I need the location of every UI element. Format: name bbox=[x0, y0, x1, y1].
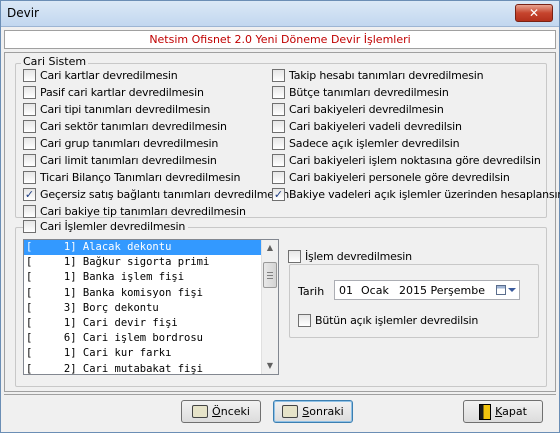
checkbox-box[interactable] bbox=[23, 86, 36, 99]
list-item[interactable]: [ 2] Cari mutabakat fişi bbox=[24, 362, 278, 375]
checkbox-box[interactable] bbox=[298, 314, 311, 327]
acik-islemler-checkbox[interactable]: Bütün açık işlemler devredilsin bbox=[298, 313, 478, 328]
checkbox-box[interactable] bbox=[23, 120, 36, 133]
footer-divider bbox=[4, 394, 556, 395]
cari-sistem-right-checkbox-0[interactable]: Takip hesabı tanımları devredilmesin bbox=[272, 68, 484, 83]
kapat-button[interactable]: Kapat bbox=[463, 400, 543, 423]
title-bar[interactable]: Devir ✕ bbox=[1, 1, 559, 27]
cari-sistem-left-checkbox-4[interactable]: Cari grup tanımları devredilmesin bbox=[23, 136, 218, 151]
list-item[interactable]: [ 1] Cari devir fişi bbox=[24, 316, 278, 331]
cari-sistem-left-checkbox-3[interactable]: Cari sektör tanımları devredilmesin bbox=[23, 119, 227, 134]
tarih-label: Tarih bbox=[298, 285, 325, 298]
checkbox-box[interactable] bbox=[272, 103, 285, 116]
checkbox-box[interactable] bbox=[272, 171, 285, 184]
cari-sistem-left-checkbox-1[interactable]: Pasif cari kartlar devredilmesin bbox=[23, 85, 204, 100]
checkbox-box[interactable] bbox=[23, 154, 36, 167]
exit-door-icon bbox=[479, 403, 492, 420]
header-banner: Netsim Ofisnet 2.0 Yeni Döneme Devir İşl… bbox=[4, 30, 556, 49]
cari-sistem-right-checkbox-3[interactable]: Cari bakiyeleri vadeli devredilsin bbox=[272, 119, 462, 134]
list-item[interactable]: [ 3] Borç dekontu bbox=[24, 301, 278, 316]
chevron-down-icon bbox=[508, 288, 516, 292]
list-item[interactable]: [ 1] Cari kur farkı bbox=[24, 346, 278, 361]
date-month[interactable]: Ocak bbox=[361, 284, 399, 297]
devir-window: Devir ✕ Netsim Ofisnet 2.0 Yeni Döneme D… bbox=[0, 0, 560, 433]
islem-devredilmesin-checkbox[interactable]: İşlem devredilmesin bbox=[288, 249, 412, 264]
checkbox-box[interactable] bbox=[23, 103, 36, 116]
calendar-dropdown-button[interactable] bbox=[493, 282, 519, 298]
cari-sistem-left-checkbox-0[interactable]: Cari kartlar devredilmesin bbox=[23, 68, 178, 83]
date-year-weekday[interactable]: 2015 Perşembe bbox=[399, 284, 493, 297]
date-picker[interactable]: 01 Ocak 2015 Perşembe bbox=[334, 280, 520, 300]
list-item[interactable]: [ 6] Cari işlem bordrosu bbox=[24, 331, 278, 346]
date-day[interactable]: 01 bbox=[339, 284, 361, 297]
checkbox-box[interactable] bbox=[23, 205, 36, 218]
checkbox-box[interactable] bbox=[23, 171, 36, 184]
vertical-scrollbar[interactable]: ▲ ▼ bbox=[261, 240, 278, 374]
onceki-button[interactable]: Önceki bbox=[181, 400, 261, 423]
scroll-up-icon[interactable]: ▲ bbox=[262, 240, 278, 256]
cari-sistem-right-checkbox-7[interactable]: ✓ Bakiye vadeleri açık işlemler üzerinden… bbox=[272, 187, 560, 202]
checkbox-box[interactable] bbox=[272, 69, 285, 82]
list-item[interactable]: [ 1] Banka işlem fişi bbox=[24, 270, 278, 285]
checkbox-box[interactable] bbox=[272, 86, 285, 99]
checkbox-box[interactable] bbox=[272, 137, 285, 150]
cari-sistem-left-checkbox-5[interactable]: Cari limit tanımları devredilmesin bbox=[23, 153, 217, 168]
list-item[interactable]: [ 1] Alacak dekontu bbox=[24, 240, 261, 256]
sonraki-button[interactable]: Sonraki bbox=[273, 400, 353, 423]
scroll-down-icon[interactable]: ▼ bbox=[262, 358, 278, 374]
checkbox-box[interactable] bbox=[23, 220, 36, 233]
checkbox-box[interactable] bbox=[272, 154, 285, 167]
cari-sistem-right-checkbox-5[interactable]: Cari bakiyeleri işlem noktasına göre dev… bbox=[272, 153, 541, 168]
checkbox-box[interactable] bbox=[272, 120, 285, 133]
cari-sistem-left-checkbox-6[interactable]: Ticari Bilanço Tanımları devredilmesin bbox=[23, 170, 240, 185]
checkbox-box[interactable]: ✓ bbox=[272, 188, 285, 201]
calendar-icon bbox=[496, 285, 506, 295]
cari-sistem-left-checkbox-7[interactable]: ✓ Geçersiz satış bağlantı tanımları devre… bbox=[23, 187, 289, 202]
back-arrow-icon bbox=[192, 405, 209, 418]
window-title: Devir bbox=[7, 6, 39, 20]
checkmark-icon: ✓ bbox=[273, 188, 284, 201]
forward-arrow-icon bbox=[282, 405, 299, 418]
cari-islem-list[interactable]: [ 1] Alacak dekontu[ 1] Bağkur sigorta p… bbox=[23, 239, 279, 375]
list-item[interactable]: [ 1] Banka komisyon fişi bbox=[24, 286, 278, 301]
checkbox-box[interactable]: ✓ bbox=[23, 188, 36, 201]
checkbox-box[interactable] bbox=[288, 250, 301, 263]
cari-sistem-title: Cari Sistem bbox=[21, 55, 89, 68]
cari-sistem-left-checkbox-8[interactable]: Cari bakiye tip tanımları devredilmesin bbox=[23, 204, 246, 219]
cari-sistem-right-checkbox-2[interactable]: Cari bakiyeleri devredilmesin bbox=[272, 102, 444, 117]
checkbox-box[interactable] bbox=[23, 69, 36, 82]
cari-sistem-right-checkbox-6[interactable]: Cari bakiyeleri personele göre devredils… bbox=[272, 170, 510, 185]
cari-sistem-left-checkbox-2[interactable]: Cari tipi tanımları devredilmesin bbox=[23, 102, 210, 117]
cari-sistem-right-checkbox-1[interactable]: Bütçe tanımları devredilmesin bbox=[272, 85, 449, 100]
close-icon[interactable]: ✕ bbox=[515, 4, 553, 22]
scroll-thumb[interactable] bbox=[263, 262, 277, 288]
cari-islemler-checkbox[interactable]: Cari İşlemler devredilmesin bbox=[23, 219, 189, 234]
list-items: [ 1] Alacak dekontu[ 1] Bağkur sigorta p… bbox=[24, 240, 278, 375]
list-item[interactable]: [ 1] Bağkur sigorta primi bbox=[24, 255, 278, 270]
cari-sistem-right-checkbox-4[interactable]: Sadece açık işlemler devredilsin bbox=[272, 136, 460, 151]
checkmark-icon: ✓ bbox=[24, 188, 35, 201]
checkbox-box[interactable] bbox=[23, 137, 36, 150]
